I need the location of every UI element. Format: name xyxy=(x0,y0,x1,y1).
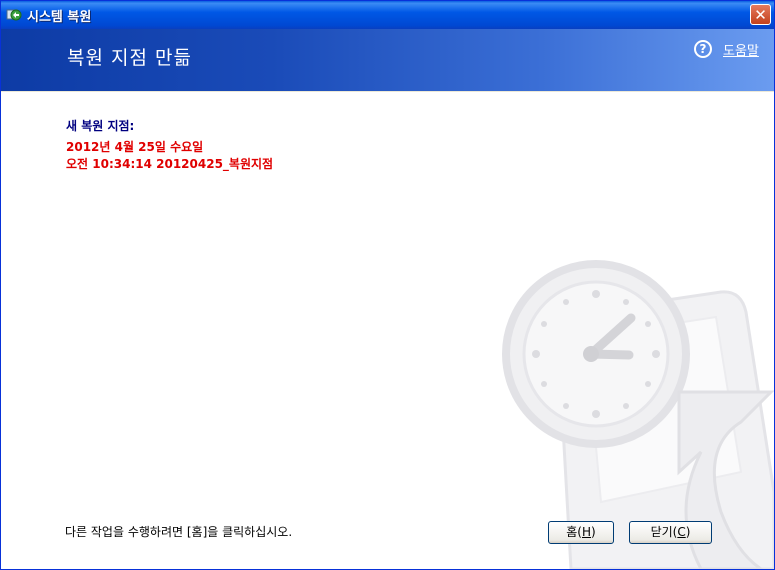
home-button-label: 홈( xyxy=(566,525,582,539)
close-button-suffix: ) xyxy=(685,525,691,539)
restore-point-date: 2012년 4월 25일 수요일 xyxy=(66,140,204,154)
close-icon: ✕ xyxy=(754,6,767,24)
content-area: 새 복원 지점: 2012년 4월 25일 수요일 오전 10:34:14 20… xyxy=(1,92,774,569)
window-title: 시스템 복원 xyxy=(27,10,92,25)
instruction-text: 다른 작업을 수행하려면 [홈]을 클릭하십시오. xyxy=(65,525,293,539)
title-bar[interactable]: 시스템 복원 ✕ xyxy=(1,1,774,29)
close-button-label: 닫기( xyxy=(650,525,678,539)
restore-point-time-name: 오전 10:34:14 20120425_복원지점 xyxy=(66,157,274,171)
close-button[interactable]: 닫기(C) xyxy=(629,521,712,544)
help-link[interactable]: 도움말 xyxy=(723,40,759,59)
system-restore-window: 시스템 복원 ✕ 복원 지점 만듦 ? 도움말 새 복원 지점: 2012년 4… xyxy=(0,0,775,570)
system-restore-icon xyxy=(6,9,22,21)
help-question-icon[interactable]: ? xyxy=(694,40,712,58)
close-window-button[interactable]: ✕ xyxy=(750,4,771,25)
home-button-suffix: ) xyxy=(591,525,596,539)
wizard-header: 복원 지점 만듦 ? 도움말 xyxy=(1,29,774,91)
home-button-accesskey: H xyxy=(582,525,592,539)
close-button-accesskey: C xyxy=(677,525,686,539)
home-button[interactable]: 홈(H) xyxy=(548,521,614,544)
help-glyph: ? xyxy=(699,42,707,56)
new-restore-point-label: 새 복원 지점: xyxy=(66,119,135,133)
page-title: 복원 지점 만듦 xyxy=(67,47,192,69)
